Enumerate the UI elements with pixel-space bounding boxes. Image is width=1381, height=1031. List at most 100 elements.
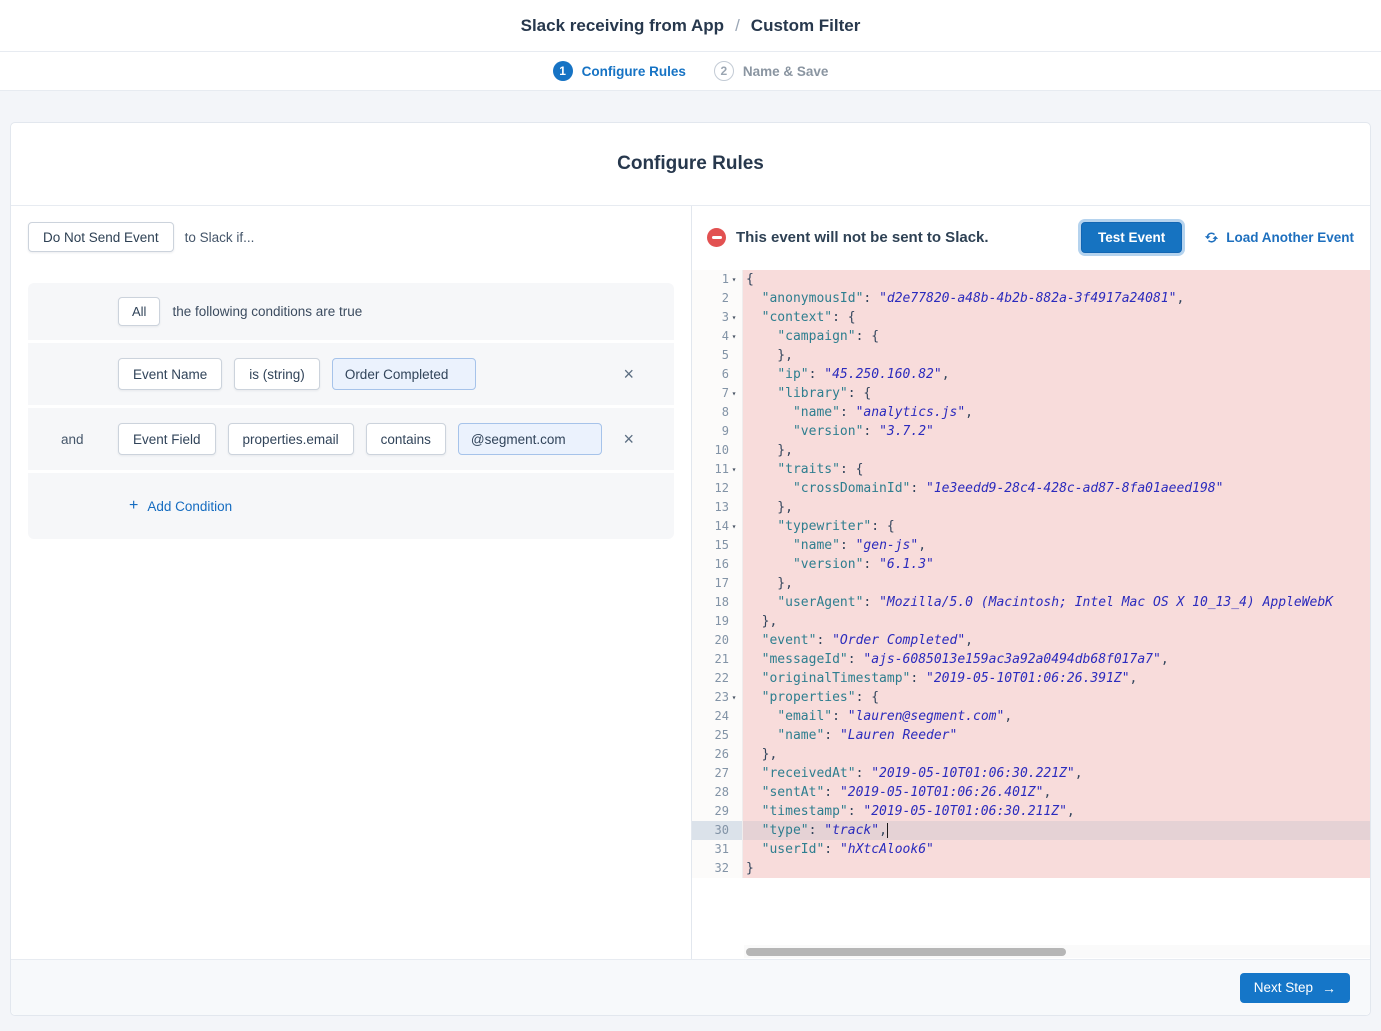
code-line-content[interactable]: },: [743, 346, 1370, 365]
remove-condition-button[interactable]: ×: [623, 365, 634, 383]
code-line-content[interactable]: "version": "3.7.2": [743, 422, 1370, 441]
fold-arrow-icon[interactable]: ▾: [729, 460, 739, 479]
line-number-gutter: 5: [692, 346, 743, 365]
condition-selector-button[interactable]: Event Field: [118, 423, 216, 455]
code-line-content[interactable]: "timestamp": "2019-05-10T01:06:30.211Z",: [743, 802, 1370, 821]
code-line-content[interactable]: },: [743, 498, 1370, 517]
line-number: 31: [715, 840, 729, 859]
configure-rules-card: Configure Rules Do Not Send Event to Sla…: [10, 122, 1371, 1016]
code-line-content[interactable]: "name": "Lauren Reeder": [743, 726, 1370, 745]
step-1-number: 1: [553, 61, 573, 81]
fold-arrow-icon[interactable]: ▾: [729, 688, 739, 707]
code-line-content[interactable]: "receivedAt": "2019-05-10T01:06:30.221Z"…: [743, 764, 1370, 783]
code-line-content[interactable]: "event": "Order Completed",: [743, 631, 1370, 650]
fold-arrow-icon[interactable]: ▾: [729, 517, 739, 536]
code-line: 25 "name": "Lauren Reeder": [692, 726, 1370, 745]
code-line-content[interactable]: "crossDomainId": "1e3eedd9-28c4-428c-ad8…: [743, 479, 1370, 498]
line-number: 9: [722, 422, 729, 441]
code-line-content[interactable]: "userAgent": "Mozilla/5.0 (Macintosh; In…: [743, 593, 1370, 612]
code-line: 1▾{: [692, 270, 1370, 289]
condition-selector-button[interactable]: properties.email: [228, 423, 354, 455]
match-type-selector-button[interactable]: All: [118, 297, 160, 326]
code-line-content[interactable]: "name": "gen-js",: [743, 536, 1370, 555]
line-number-gutter: 1▾: [692, 270, 743, 289]
line-number-gutter: 7▾: [692, 384, 743, 403]
stepper: 1 Configure Rules 2 Name & Save: [0, 52, 1381, 91]
preview-header: This event will not be sent to Slack. Te…: [692, 206, 1370, 269]
blocked-minus-icon: [707, 228, 726, 247]
condition-value-input[interactable]: [332, 358, 476, 390]
condition-selector-button[interactable]: contains: [366, 423, 446, 455]
load-another-event-button[interactable]: Load Another Event: [1204, 230, 1354, 245]
code-line-content[interactable]: "sentAt": "2019-05-10T01:06:26.401Z",: [743, 783, 1370, 802]
code-line: 20 "event": "Order Completed",: [692, 631, 1370, 650]
code-line-content[interactable]: "typewriter": {: [743, 517, 1370, 536]
test-event-button[interactable]: Test Event: [1081, 222, 1182, 253]
arrow-right-icon: →: [1322, 980, 1336, 996]
code-line-content[interactable]: "anonymousId": "d2e77820-a48b-4b2b-882a-…: [743, 289, 1370, 308]
condition-selector-button[interactable]: Event Name: [118, 358, 222, 390]
line-number: 8: [722, 403, 729, 422]
add-condition-button[interactable]: + Add Condition: [129, 498, 232, 514]
condition-selector-button[interactable]: is (string): [234, 358, 320, 390]
code-line-content[interactable]: "version": "6.1.3": [743, 555, 1370, 574]
code-line-content[interactable]: },: [743, 612, 1370, 631]
condition-value-input[interactable]: [458, 423, 602, 455]
code-line: 13 },: [692, 498, 1370, 517]
remove-condition-button[interactable]: ×: [623, 430, 634, 448]
conditions-box: All the following conditions are true Ev…: [28, 283, 674, 539]
code-line-content[interactable]: "messageId": "ajs-6085013e159ac3a92a0494…: [743, 650, 1370, 669]
code-line: 29 "timestamp": "2019-05-10T01:06:30.211…: [692, 802, 1370, 821]
line-number-gutter: 14▾: [692, 517, 743, 536]
code-line-content[interactable]: "context": {: [743, 308, 1370, 327]
breadcrumb-separator: /: [735, 16, 740, 36]
code-line: 10 },: [692, 441, 1370, 460]
line-number: 11: [715, 460, 729, 479]
json-event-editor[interactable]: 1▾{2 "anonymousId": "d2e77820-a48b-4b2b-…: [692, 269, 1370, 959]
line-number: 15: [715, 536, 729, 555]
code-line-content[interactable]: "campaign": {: [743, 327, 1370, 346]
breadcrumb-item-connection[interactable]: Slack receiving from App: [521, 16, 724, 36]
line-number: 14: [715, 517, 729, 536]
horizontal-scrollbar-thumb[interactable]: [746, 948, 1066, 956]
code-line-content[interactable]: "library": {: [743, 384, 1370, 403]
line-number-gutter: 31: [692, 840, 743, 859]
line-number: 12: [715, 479, 729, 498]
code-line-content[interactable]: "type": "track",: [743, 821, 1370, 840]
step-configure-rules[interactable]: 1 Configure Rules: [553, 61, 686, 81]
code-line-content[interactable]: },: [743, 574, 1370, 593]
code-line: 5 },: [692, 346, 1370, 365]
code-line-content[interactable]: {: [743, 270, 1370, 289]
code-line: 23▾ "properties": {: [692, 688, 1370, 707]
fold-arrow-icon[interactable]: ▾: [729, 327, 739, 346]
line-number-gutter: 18: [692, 593, 743, 612]
code-line-content[interactable]: },: [743, 441, 1370, 460]
line-number: 20: [715, 631, 729, 650]
code-line-content[interactable]: }: [743, 859, 1370, 878]
step-name-and-save[interactable]: 2 Name & Save: [714, 61, 829, 81]
code-line: 9 "version": "3.7.2": [692, 422, 1370, 441]
plus-icon: +: [129, 498, 138, 514]
code-line: 31 "userId": "hXtcAlook6": [692, 840, 1370, 859]
code-line-content[interactable]: },: [743, 745, 1370, 764]
fold-arrow-icon[interactable]: ▾: [729, 308, 739, 327]
fold-arrow-icon[interactable]: ▾: [729, 270, 739, 289]
fold-arrow-icon[interactable]: ▾: [729, 384, 739, 403]
code-line-content[interactable]: "originalTimestamp": "2019-05-10T01:06:2…: [743, 669, 1370, 688]
line-number: 5: [722, 346, 729, 365]
code-line-content[interactable]: "ip": "45.250.160.82",: [743, 365, 1370, 384]
line-number: 10: [715, 441, 729, 460]
code-line-content[interactable]: "userId": "hXtcAlook6": [743, 840, 1370, 859]
step-2-label: Name & Save: [743, 64, 829, 79]
code-line-content[interactable]: "name": "analytics.js",: [743, 403, 1370, 422]
code-line-content[interactable]: "traits": {: [743, 460, 1370, 479]
line-number: 4: [722, 327, 729, 346]
code-line-content[interactable]: "email": "lauren@segment.com",: [743, 707, 1370, 726]
line-number: 16: [715, 555, 729, 574]
code-line-content[interactable]: "properties": {: [743, 688, 1370, 707]
code-line: 12 "crossDomainId": "1e3eedd9-28c4-428c-…: [692, 479, 1370, 498]
next-step-button[interactable]: Next Step →: [1240, 973, 1350, 1003]
breadcrumb: Slack receiving from App / Custom Filter: [521, 16, 861, 36]
action-selector-button[interactable]: Do Not Send Event: [28, 222, 174, 252]
line-number: 22: [715, 669, 729, 688]
